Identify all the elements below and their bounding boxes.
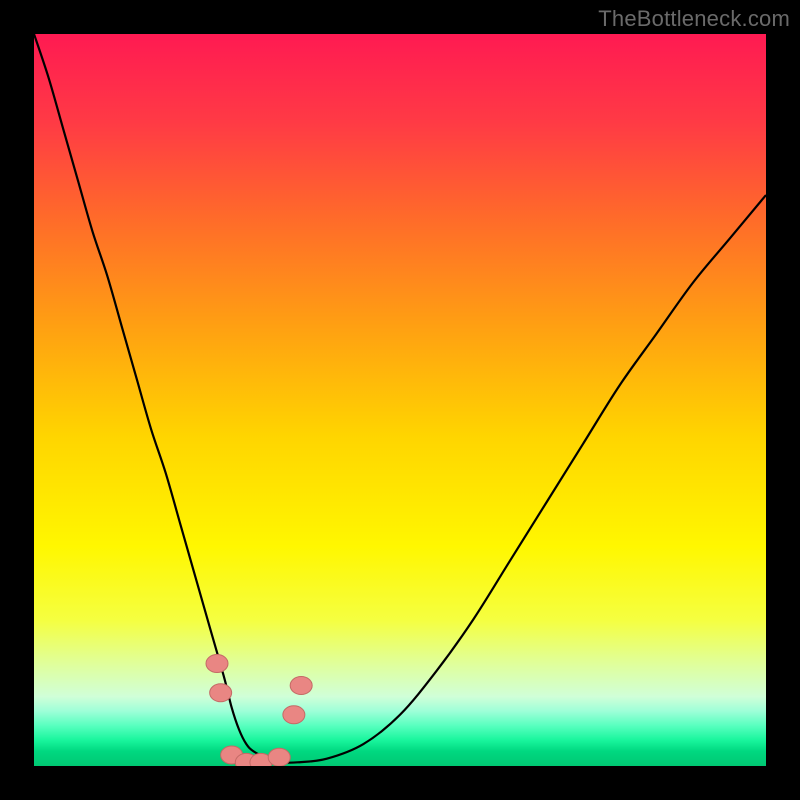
data-marker [283,706,305,724]
outer-frame: TheBottleneck.com [0,0,800,800]
source-credit: TheBottleneck.com [598,6,790,32]
data-marker [268,748,290,766]
gradient-background [34,34,766,766]
chart-svg [34,34,766,766]
data-marker [206,655,228,673]
data-marker [290,676,312,694]
plot-area [34,34,766,766]
data-marker [210,684,232,702]
